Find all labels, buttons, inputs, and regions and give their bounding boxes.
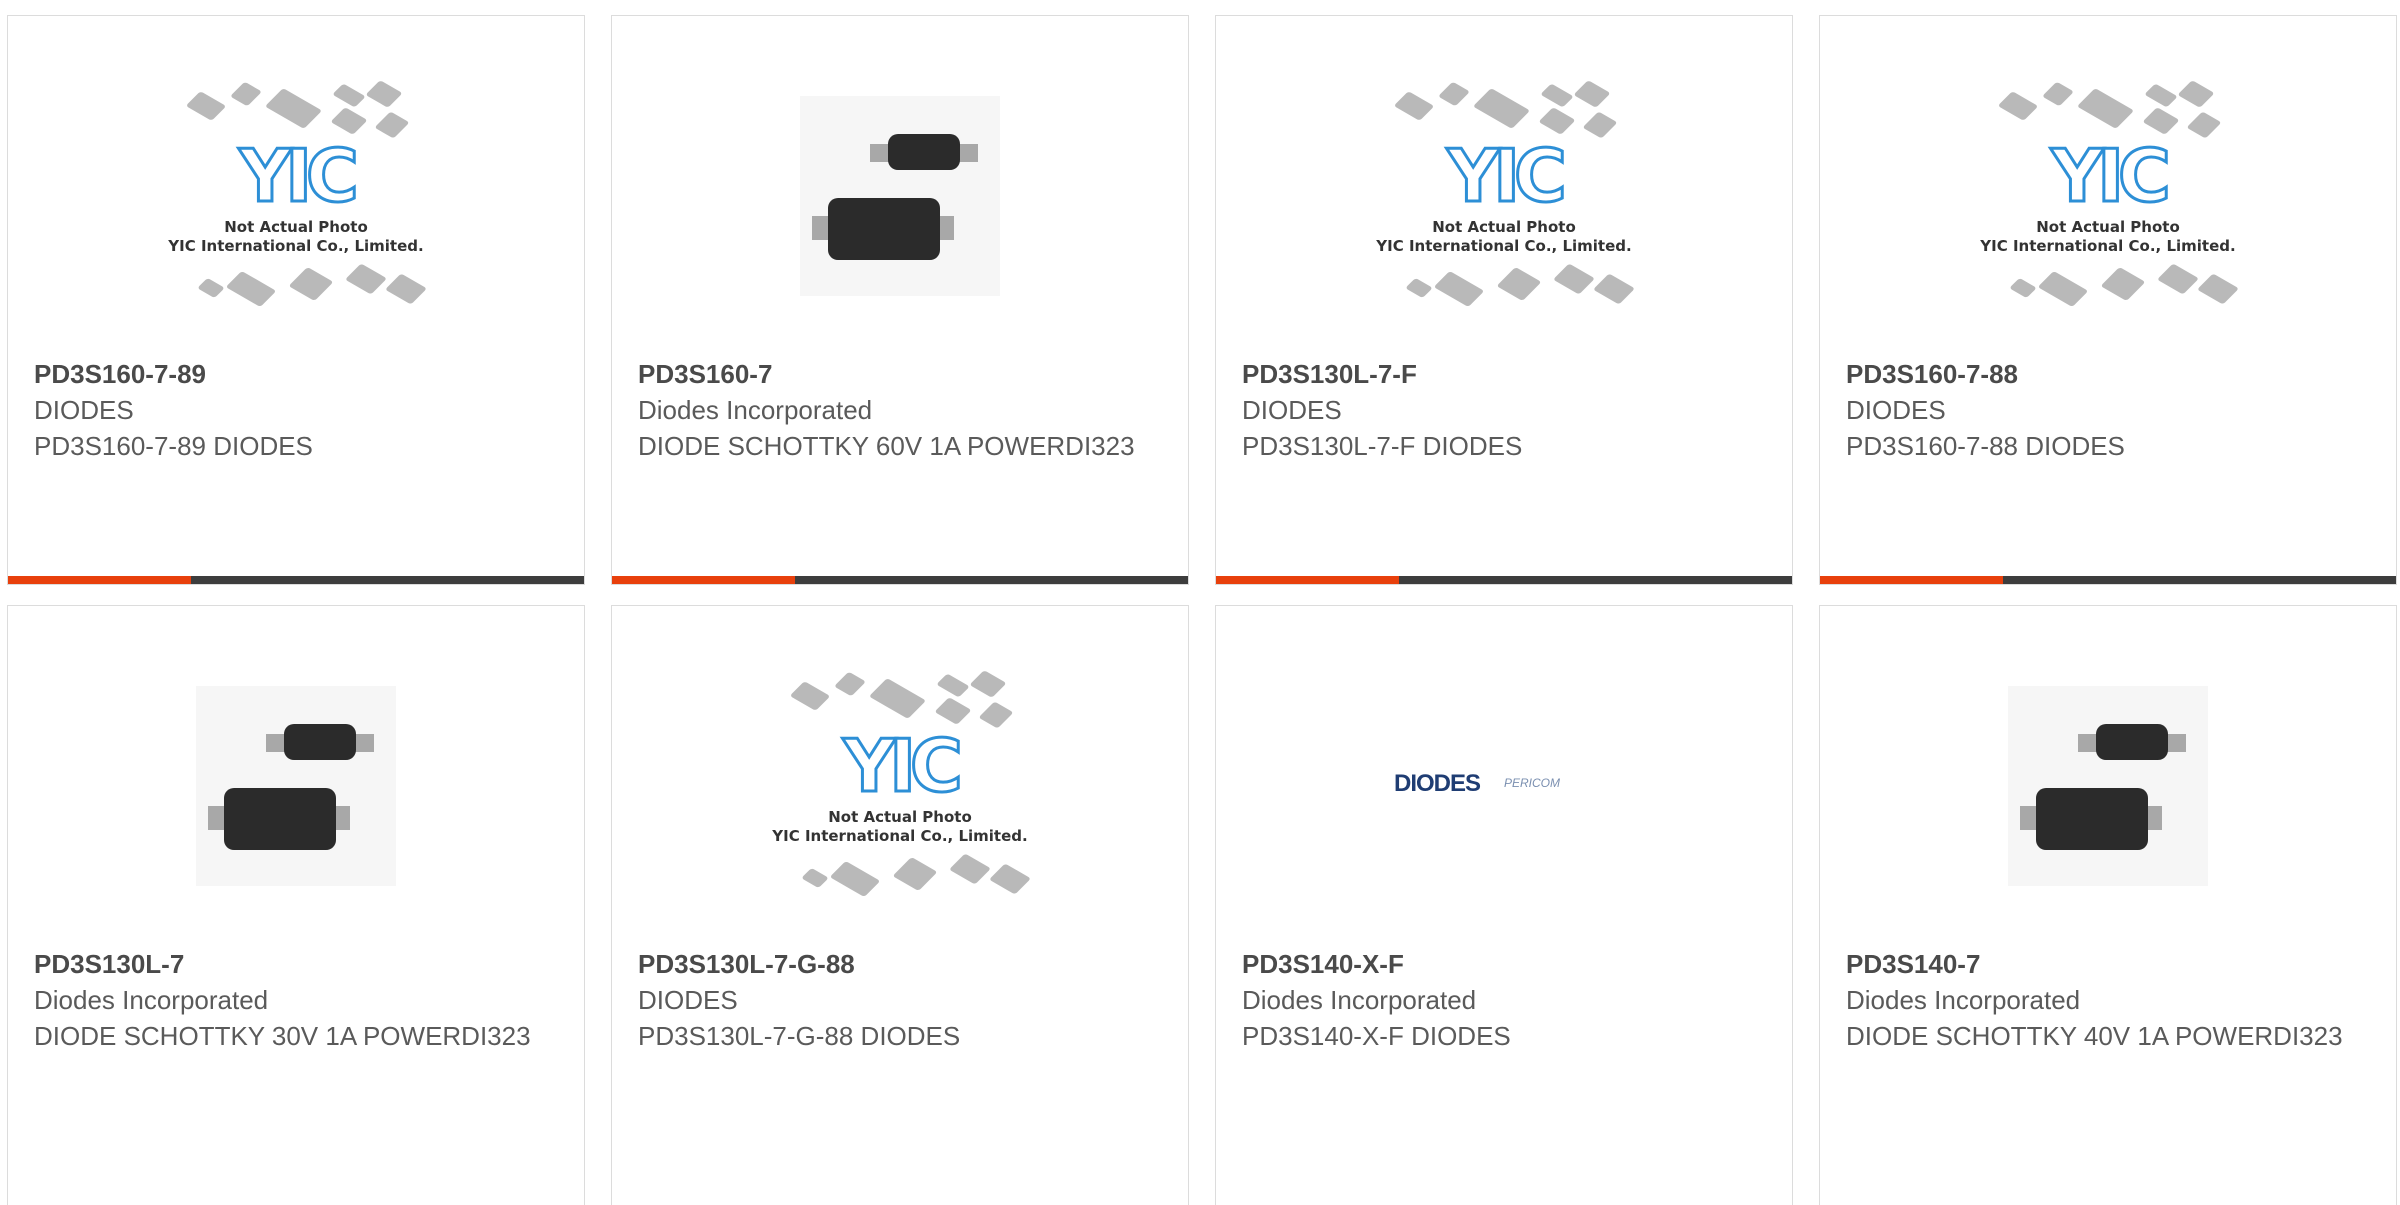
description: PD3S130L-7-G-88 DIODES [638, 1021, 961, 1051]
yic-logo: YIC [1446, 134, 1569, 218]
part-number[interactable]: PD3S160-7-88 [1846, 356, 2376, 392]
diode-photo [196, 686, 396, 886]
product-image[interactable] [612, 76, 1188, 366]
card-bar [1216, 576, 1792, 584]
product-card[interactable]: PD3S140-7 Diodes Incorporated DIODE SCHO… [1819, 605, 2397, 1205]
manufacturer: Diodes Incorporated [1242, 985, 1477, 1015]
product-image[interactable] [1820, 666, 2396, 956]
description: DIODE SCHOTTKY 30V 1A POWERDI323 [34, 1021, 531, 1051]
product-card[interactable]: PD3S130L-7 Diodes Incorporated DIODE SCH… [7, 605, 585, 1205]
part-number[interactable]: PD3S130L-7-G-88 [638, 946, 1168, 982]
part-number[interactable]: PD3S140-7 [1846, 946, 2376, 982]
not-actual-photo-placeholder: YIC Not Actual Photo YIC International C… [1369, 76, 1639, 316]
not-actual-photo-placeholder: YIC Not Actual Photo YIC International C… [765, 666, 1035, 906]
description: PD3S160-7-88 DIODES [1846, 431, 2125, 461]
not-actual-photo-placeholder: YIC Not Actual Photo YIC International C… [1973, 76, 2243, 316]
description: PD3S140-X-F DIODES [1242, 1021, 1511, 1051]
product-image[interactable] [8, 666, 584, 956]
product-image[interactable]: YIC Not Actual Photo YIC International C… [1820, 76, 2396, 366]
not-actual-photo-placeholder: YIC Not Actual Photo YIC International C… [161, 76, 431, 316]
card-bar [1820, 576, 2396, 584]
manufacturer: Diodes Incorporated [34, 985, 269, 1015]
part-number[interactable]: PD3S160-7-89 [34, 356, 564, 392]
card-bar [612, 576, 1188, 584]
yic-logo: YIC [2050, 134, 2173, 218]
manufacturer: Diodes Incorporated [638, 395, 873, 425]
product-image[interactable]: YIC Not Actual Photo YIC International C… [8, 76, 584, 366]
product-image[interactable]: YIC Not Actual Photo YIC International C… [1216, 76, 1792, 366]
card-bar [8, 576, 584, 584]
part-number[interactable]: PD3S130L-7-F [1242, 356, 1772, 392]
manufacturer: DIODES [638, 985, 738, 1015]
product-card[interactable]: DIODES PERICOM PD3S140-X-F Diodes Incorp… [1215, 605, 1793, 1205]
yic-logo: YIC [238, 134, 361, 218]
manufacturer: DIODES [1846, 395, 1946, 425]
part-number[interactable]: PD3S130L-7 [34, 946, 564, 982]
manufacturer: DIODES [1242, 395, 1342, 425]
brand-logo: DIODES PERICOM [1394, 766, 1614, 806]
diode-photo [800, 96, 1000, 296]
manufacturer: Diodes Incorporated [1846, 985, 2081, 1015]
part-number[interactable]: PD3S160-7 [638, 356, 1168, 392]
description: PD3S160-7-89 DIODES [34, 431, 313, 461]
diodes-logo: DIODES [1394, 770, 1481, 797]
product-image[interactable]: YIC Not Actual Photo YIC International C… [612, 666, 1188, 956]
product-card[interactable]: YIC Not Actual Photo YIC International C… [1819, 15, 2397, 585]
description: DIODE SCHOTTKY 60V 1A POWERDI323 [638, 431, 1135, 461]
product-card[interactable]: YIC Not Actual Photo YIC International C… [611, 605, 1189, 1205]
product-card[interactable]: PD3S160-7 Diodes Incorporated DIODE SCHO… [611, 15, 1189, 585]
part-number[interactable]: PD3S140-X-F [1242, 946, 1772, 982]
placeholder-caption: Not Actual Photo YIC International Co., … [1376, 218, 1632, 255]
placeholder-caption: Not Actual Photo YIC International Co., … [772, 808, 1028, 845]
product-image[interactable]: DIODES PERICOM [1216, 666, 1792, 956]
diode-photo [2008, 686, 2208, 886]
description: DIODE SCHOTTKY 40V 1A POWERDI323 [1846, 1021, 2343, 1051]
placeholder-caption: Not Actual Photo YIC International Co., … [168, 218, 424, 255]
manufacturer: DIODES [34, 395, 134, 425]
product-card[interactable]: YIC Not Actual Photo YIC International C… [1215, 15, 1793, 585]
placeholder-caption: Not Actual Photo YIC International Co., … [1980, 218, 2236, 255]
yic-logo: YIC [842, 724, 965, 808]
product-card[interactable]: YIC Not Actual Photo YIC International C… [7, 15, 585, 585]
description: PD3S130L-7-F DIODES [1242, 431, 1523, 461]
pericom-logo: PERICOM [1504, 776, 1561, 790]
